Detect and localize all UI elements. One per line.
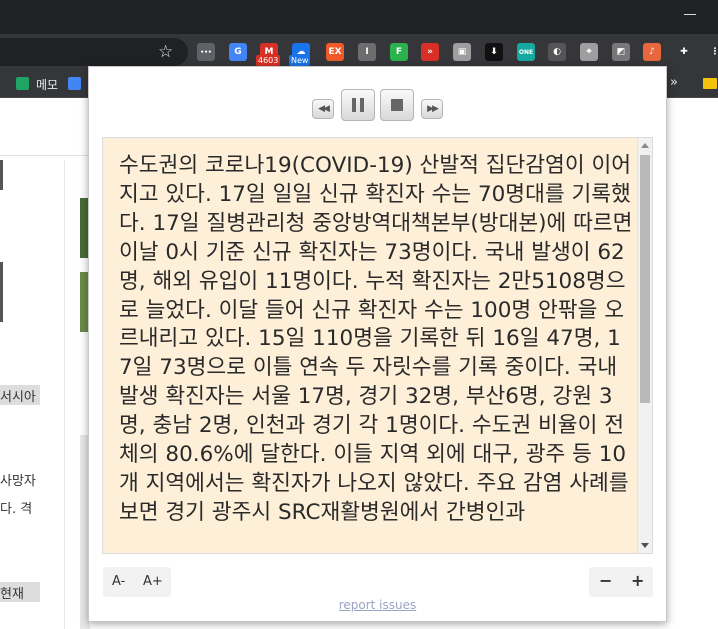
print-extension-icon[interactable]: ▣ [453, 43, 471, 61]
report-issues-link[interactable]: report issues [89, 598, 666, 612]
page-text-fragment: 사망자 [0, 474, 36, 489]
weather-new-badge: New [289, 55, 311, 66]
puzzle-extensions-icon[interactable]: ✚ [675, 43, 693, 61]
read-aloud-extension-icon[interactable]: ♪ [643, 43, 661, 61]
read-aloud-popup: ◀◀ ▶▶ 수도권의 코로나19(COVID-19) 산발적 집단감염이 이어지… [88, 66, 667, 622]
page-column-divider [64, 160, 65, 629]
page-divider [0, 155, 88, 156]
zoom-in-button[interactable]: + [631, 571, 644, 590]
fast-forward-extension-icon[interactable]: » [421, 43, 439, 61]
forward-icon: ▶▶ [427, 104, 439, 114]
reading-text-area[interactable]: 수도권의 코로나19(COVID-19) 산발적 집단감염이 이어지고 있다. … [102, 137, 653, 554]
page-text-fragment: 서시아 [0, 390, 36, 405]
ex-extension-icon[interactable]: EX [326, 43, 344, 61]
bookmarks-overflow-icon[interactable]: » [670, 75, 678, 90]
gmail-count-badge: 4603 [256, 55, 281, 66]
scroll-up-icon[interactable] [641, 143, 649, 148]
playback-controls: ◀◀ ▶▶ [89, 87, 666, 123]
minimize-icon[interactable] [684, 14, 696, 15]
stop-button[interactable] [380, 89, 414, 121]
docs-bookmark-icon[interactable] [68, 77, 81, 90]
download-extension-icon[interactable]: ⬇ [485, 43, 503, 61]
zoom-out-button[interactable]: − [599, 571, 612, 590]
font-smaller-button[interactable]: A- [112, 574, 125, 589]
rewind-icon: ◀◀ [318, 104, 330, 114]
scrollbar[interactable] [637, 138, 652, 553]
one-extension-icon[interactable]: ONE [517, 43, 535, 61]
pause-button[interactable] [341, 89, 375, 121]
memo-bookmark-icon[interactable] [16, 77, 29, 90]
font-size-controls: A- A+ [103, 567, 171, 597]
screenshot-extension-icon[interactable]: ⌖ [580, 43, 598, 61]
reading-text: 수도권의 코로나19(COVID-19) 산발적 집단감염이 이어지고 있다. … [119, 153, 633, 525]
page-text-fragment: 다. 격 [0, 502, 33, 517]
scrollbar-thumb[interactable] [640, 155, 650, 403]
scroll-down-icon[interactable] [641, 543, 649, 548]
pause-icon [352, 98, 364, 112]
width-controls: − + [589, 567, 653, 597]
forward-button[interactable]: ▶▶ [421, 99, 443, 119]
page-box-edge [0, 262, 3, 322]
bookmark-folder-icon[interactable] [703, 78, 717, 89]
bookmark-star-icon[interactable]: ☆ [158, 40, 173, 64]
note-extension-icon[interactable]: ◩ [612, 43, 630, 61]
browser-title-bar [0, 0, 718, 34]
memo-bookmark-label[interactable]: 메모 [36, 76, 58, 93]
stop-icon [391, 99, 403, 111]
browser-toolbar: ☆ ••• G M ☁ EX I F» ▣ ⬇ ONE ◐ ⌖ ◩ ♪ ✚ ⋮ 4603 New [0, 34, 718, 70]
font-larger-button[interactable]: A+ [143, 574, 163, 589]
page-box-edge [0, 160, 3, 190]
reader-i-extension-icon[interactable]: I [358, 43, 376, 61]
feedly-extension-icon[interactable]: F [390, 43, 408, 61]
translate-extension-icon[interactable]: G [229, 43, 247, 61]
page-text-fragment: 현재 [0, 587, 24, 602]
menu-kebab-icon[interactable]: ⋮ [706, 43, 718, 61]
more-dots-extension-icon[interactable]: ••• [197, 43, 215, 61]
colorpick-extension-icon[interactable]: ◐ [548, 43, 566, 61]
rewind-button[interactable]: ◀◀ [312, 99, 334, 119]
